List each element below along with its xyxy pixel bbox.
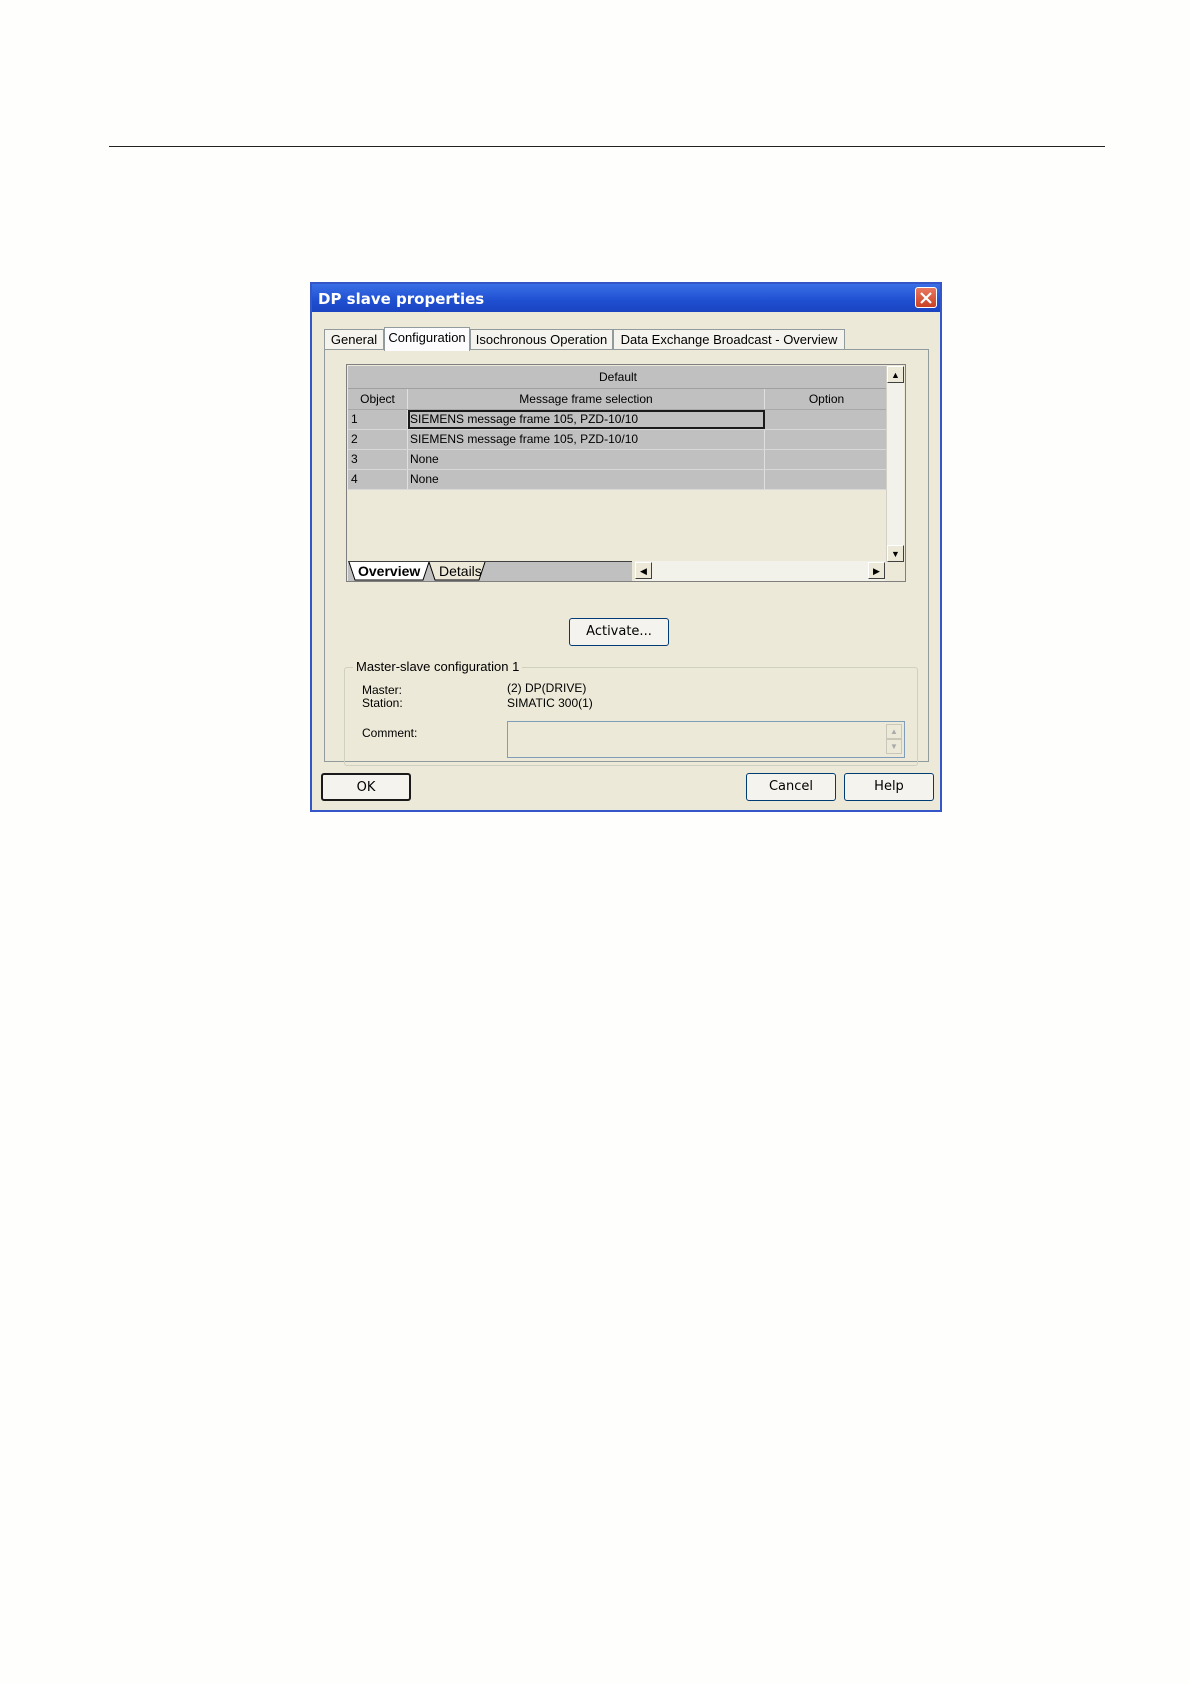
grid-table: Default Object Message frame selection O… xyxy=(348,366,888,490)
close-icon xyxy=(920,292,932,304)
message-frame-cell[interactable]: None xyxy=(408,450,765,469)
option-cell[interactable] xyxy=(765,430,888,449)
message-frame-cell[interactable]: None xyxy=(408,470,765,489)
master-label: Master: xyxy=(362,683,403,697)
station-value: SIMATIC 300(1) xyxy=(507,696,593,710)
object-cell: 3 xyxy=(348,450,408,469)
option-cell[interactable] xyxy=(765,450,888,469)
sheet-tab-bar: Overview Details xyxy=(348,561,632,581)
sheet-tab-overview[interactable]: Overview xyxy=(358,562,420,580)
tab-configuration[interactable]: Configuration xyxy=(384,327,470,351)
object-cell: 2 xyxy=(348,430,408,449)
scroll-left-button[interactable]: ◀ xyxy=(635,562,652,579)
object-cell: 1 xyxy=(348,410,408,429)
column-header-option[interactable]: Option xyxy=(765,389,888,409)
page-header-rule xyxy=(109,146,1105,147)
comment-scrollbar[interactable]: ▲ ▼ xyxy=(886,724,902,755)
cancel-button[interactable]: Cancel xyxy=(746,773,836,801)
scroll-up-icon: ▲ xyxy=(886,724,902,739)
vertical-scrollbar[interactable]: ▲ ▼ xyxy=(886,366,904,562)
close-button[interactable] xyxy=(915,287,937,308)
arrow-left-icon: ◀ xyxy=(640,566,647,576)
object-cell: 4 xyxy=(348,470,408,489)
tab-isochronous-operation[interactable]: Isochronous Operation xyxy=(470,329,613,349)
help-button[interactable]: Help xyxy=(844,773,934,801)
comment-label: Comment: xyxy=(362,726,418,740)
master-value: (2) DP(DRIVE) xyxy=(507,681,587,695)
configuration-grid: Default Object Message frame selection O… xyxy=(346,364,906,582)
title-bar[interactable]: DP slave properties xyxy=(312,284,940,312)
tab-data-exchange-broadcast[interactable]: Data Exchange Broadcast - Overview xyxy=(613,329,845,349)
dialog-title: DP slave properties xyxy=(318,290,485,308)
option-cell[interactable] xyxy=(765,470,888,489)
ok-button[interactable]: OK xyxy=(321,773,411,801)
dp-slave-properties-dialog: DP slave properties General Configuratio… xyxy=(310,282,942,812)
table-row[interactable]: 1 SIEMENS message frame 105, PZD-10/10 xyxy=(348,410,888,430)
scroll-up-button[interactable]: ▲ xyxy=(887,366,904,383)
message-frame-cell[interactable]: SIEMENS message frame 105, PZD-10/10 xyxy=(408,410,765,429)
table-row[interactable]: 3 None xyxy=(348,450,888,470)
comment-field[interactable]: ▲ ▼ xyxy=(507,721,905,758)
table-row[interactable]: 2 SIEMENS message frame 105, PZD-10/10 xyxy=(348,430,888,450)
master-slave-groupbox: Master-slave configuration 1 Master: Sta… xyxy=(344,659,918,766)
sheet-tab-details[interactable]: Details xyxy=(439,562,482,580)
column-header-message-frame[interactable]: Message frame selection xyxy=(408,389,765,409)
column-header-object[interactable]: Object xyxy=(348,389,408,409)
station-label: Station: xyxy=(362,696,403,710)
table-row[interactable]: 4 None xyxy=(348,470,888,490)
tab-general[interactable]: General xyxy=(324,329,384,349)
message-frame-cell[interactable]: SIEMENS message frame 105, PZD-10/10 xyxy=(408,430,765,449)
arrow-right-icon: ▶ xyxy=(873,566,880,576)
scroll-down-icon: ▼ xyxy=(886,739,902,754)
horizontal-scrollbar[interactable]: ◀ ▶ xyxy=(635,561,885,581)
configuration-panel: Default Object Message frame selection O… xyxy=(324,349,929,766)
grid-group-header: Default xyxy=(348,366,888,389)
arrow-up-icon: ▲ xyxy=(891,370,900,380)
scroll-right-button[interactable]: ▶ xyxy=(868,562,885,579)
groupbox-legend: Master-slave configuration 1 xyxy=(353,659,523,674)
option-cell[interactable] xyxy=(765,410,888,429)
activate-button[interactable]: Activate... xyxy=(569,618,669,646)
arrow-down-icon: ▼ xyxy=(891,549,900,559)
grid-column-headers: Object Message frame selection Option xyxy=(348,389,888,410)
scroll-down-button[interactable]: ▼ xyxy=(887,545,904,562)
